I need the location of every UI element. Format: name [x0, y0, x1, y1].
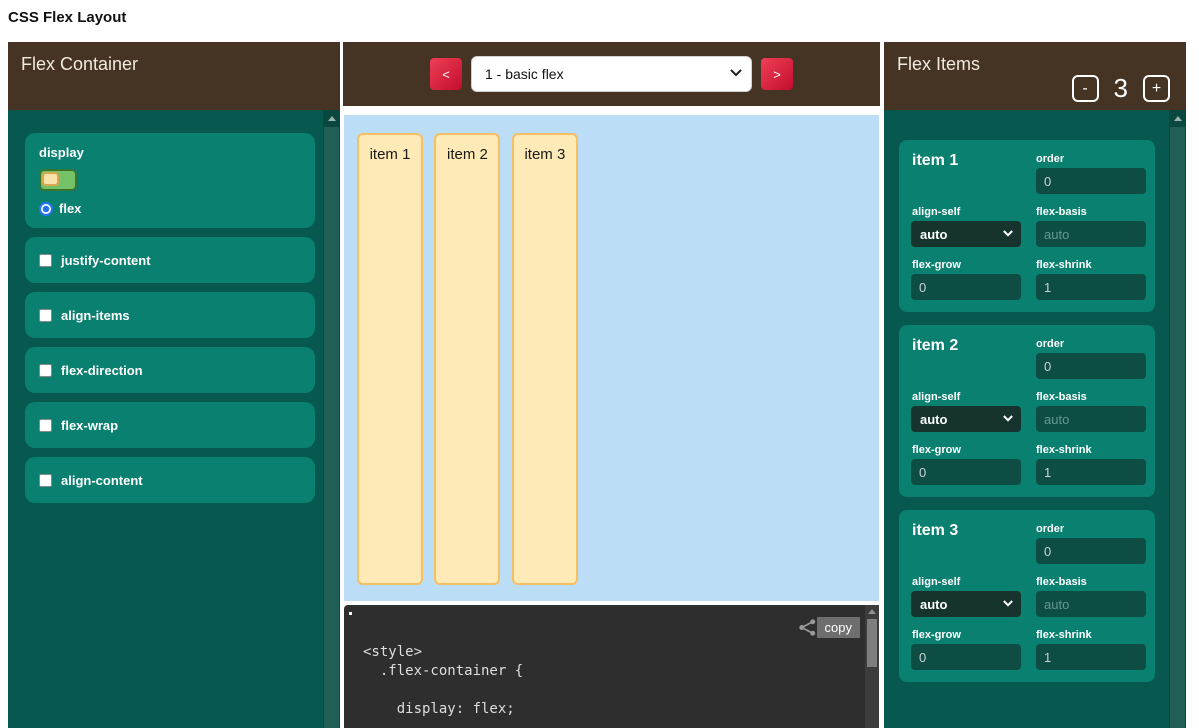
align-self-select[interactable]: auto — [911, 591, 1021, 617]
flex-item-card-2: item 2 order align-self auto flex-basis … — [899, 325, 1155, 497]
flex-shrink-label: flex-shrink — [1036, 444, 1092, 456]
flex-items-panel: Flex Items - 3 + item 1 order align-self… — [884, 42, 1186, 728]
copy-button[interactable]: copy — [817, 617, 860, 638]
item-count: 3 — [1114, 73, 1128, 104]
share-icon[interactable] — [798, 618, 817, 642]
flex-grow-input[interactable] — [911, 274, 1021, 300]
align-content-card[interactable]: align-content — [25, 457, 315, 503]
flex-items-panel-header: Flex Items - 3 + — [884, 42, 1186, 110]
flex-grow-label: flex-grow — [912, 259, 961, 271]
item-card-title: item 3 — [912, 522, 958, 540]
flex-basis-label: flex-basis — [1036, 391, 1087, 403]
align-content-checkbox[interactable] — [39, 474, 52, 487]
code-corner-dot — [349, 612, 352, 615]
flex-basis-label: flex-basis — [1036, 576, 1087, 588]
scroll-up-arrow-icon[interactable] — [865, 605, 879, 618]
flex-grow-label: flex-grow — [912, 629, 961, 641]
align-items-checkbox[interactable] — [39, 309, 52, 322]
flex-shrink-input[interactable] — [1036, 274, 1146, 300]
flex-item-card-1: item 1 order align-self auto flex-basis … — [899, 140, 1155, 312]
order-input[interactable] — [1036, 353, 1146, 379]
code-scrollbar[interactable] — [865, 605, 879, 728]
scrollbar-thumb[interactable] — [867, 619, 877, 667]
display-toggle[interactable] — [39, 169, 77, 191]
flex-container-scrollbar[interactable] — [323, 110, 340, 728]
order-label: order — [1036, 338, 1064, 350]
justify-content-label: justify-content — [61, 253, 151, 268]
align-content-label: align-content — [61, 473, 143, 488]
flex-demo-area: item 1 item 2 item 3 — [344, 115, 879, 601]
display-toggle-knob[interactable] — [42, 172, 59, 186]
scrollbar-thumb[interactable] — [1170, 127, 1185, 728]
flex-container-panel: Flex Container display flex justify-cont… — [8, 42, 340, 728]
flex-basis-input[interactable] — [1036, 221, 1146, 247]
flex-shrink-input[interactable] — [1036, 644, 1146, 670]
add-item-button[interactable]: + — [1143, 75, 1170, 102]
align-items-card[interactable]: align-items — [25, 292, 315, 338]
flex-container-title: Flex Container — [21, 54, 138, 74]
flex-shrink-label: flex-shrink — [1036, 629, 1092, 641]
flex-wrap-checkbox[interactable] — [39, 419, 52, 432]
example-selector-bar: < 1 - basic flex > — [343, 42, 880, 106]
flex-wrap-card[interactable]: flex-wrap — [25, 402, 315, 448]
display-flex-radio[interactable] — [39, 202, 53, 216]
example-select[interactable]: 1 - basic flex — [471, 56, 752, 92]
flex-items-title: Flex Items — [897, 54, 980, 74]
align-self-label: align-self — [912, 576, 960, 588]
flex-shrink-label: flex-shrink — [1036, 259, 1092, 271]
page-title: CSS Flex Layout — [8, 9, 126, 26]
order-label: order — [1036, 153, 1064, 165]
code-text: <style> .flex-container { display: flex; — [363, 643, 523, 719]
align-self-label: align-self — [912, 391, 960, 403]
scrollbar-thumb[interactable] — [324, 127, 339, 728]
display-flex-radio-label: flex — [59, 201, 81, 216]
flex-grow-input[interactable] — [911, 459, 1021, 485]
item-card-title: item 2 — [912, 337, 958, 355]
order-input[interactable] — [1036, 538, 1146, 564]
align-items-label: align-items — [61, 308, 130, 323]
align-self-select[interactable]: auto — [911, 221, 1021, 247]
flex-direction-card[interactable]: flex-direction — [25, 347, 315, 393]
align-self-select[interactable]: auto — [911, 406, 1021, 432]
flex-shrink-input[interactable] — [1036, 459, 1146, 485]
flex-basis-input[interactable] — [1036, 406, 1146, 432]
flex-wrap-label: flex-wrap — [61, 418, 118, 433]
flex-grow-label: flex-grow — [912, 444, 961, 456]
flex-basis-label: flex-basis — [1036, 206, 1087, 218]
justify-content-checkbox[interactable] — [39, 254, 52, 267]
prev-example-button[interactable]: < — [430, 58, 462, 90]
flex-item-card-3: item 3 order align-self auto flex-basis … — [899, 510, 1155, 682]
flex-basis-input[interactable] — [1036, 591, 1146, 617]
demo-flex-item-2: item 2 — [434, 133, 500, 585]
flex-container-panel-body: display flex justify-content align-items — [8, 110, 340, 728]
scroll-up-arrow-icon[interactable] — [1169, 110, 1186, 126]
flex-container-panel-header: Flex Container — [8, 42, 340, 110]
demo-flex-item-1: item 1 — [357, 133, 423, 585]
flex-items-scrollbar[interactable] — [1169, 110, 1186, 728]
order-input[interactable] — [1036, 168, 1146, 194]
align-self-label: align-self — [912, 206, 960, 218]
display-property-card: display flex — [25, 133, 315, 228]
scroll-up-arrow-icon[interactable] — [323, 110, 340, 126]
item-card-title: item 1 — [912, 152, 958, 170]
justify-content-card[interactable]: justify-content — [25, 237, 315, 283]
order-label: order — [1036, 523, 1064, 535]
flex-items-panel-body: item 1 order align-self auto flex-basis … — [884, 110, 1186, 728]
display-label: display — [39, 145, 301, 160]
demo-flex-item-3: item 3 — [512, 133, 578, 585]
remove-item-button[interactable]: - — [1072, 75, 1099, 102]
flex-direction-checkbox[interactable] — [39, 364, 52, 377]
flex-grow-input[interactable] — [911, 644, 1021, 670]
code-block: <style> .flex-container { display: flex;… — [344, 605, 879, 728]
flex-direction-label: flex-direction — [61, 363, 143, 378]
next-example-button[interactable]: > — [761, 58, 793, 90]
